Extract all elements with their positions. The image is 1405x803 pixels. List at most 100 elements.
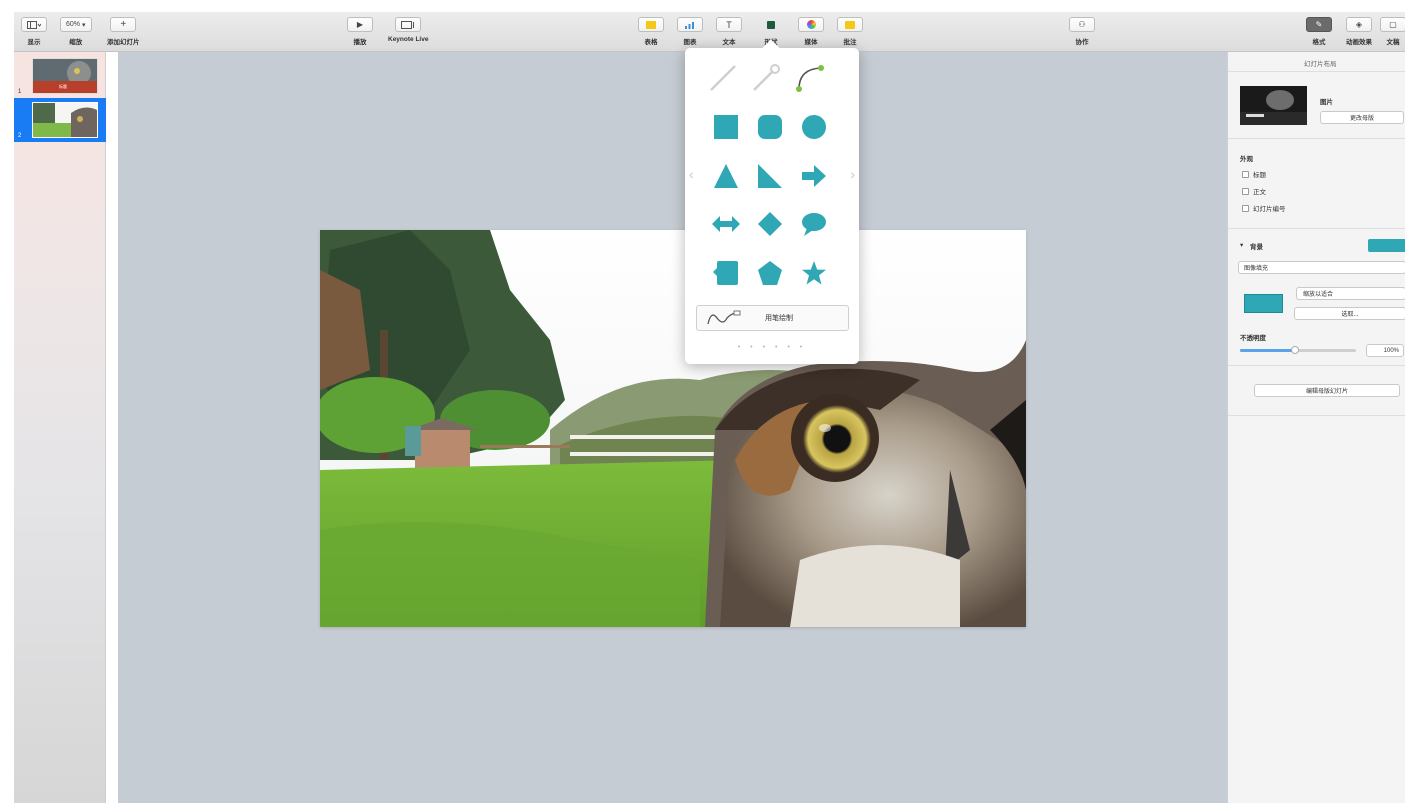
opacity-label: 不透明度: [1240, 335, 1266, 342]
right-triangle-shape[interactable]: [755, 161, 785, 191]
document-button[interactable]: ▢: [1380, 17, 1405, 32]
media-label: 媒体: [804, 39, 818, 46]
draw-with-pen-button[interactable]: 用笔绘制: [696, 305, 849, 331]
comment-icon: [845, 20, 855, 29]
callout-square-shape[interactable]: [711, 258, 741, 288]
circle-shape[interactable]: [799, 112, 829, 142]
disclosure-triangle-icon[interactable]: ▾: [1240, 241, 1243, 249]
animate-control[interactable]: ◈ 动画效果: [1346, 17, 1372, 46]
play-button[interactable]: ▶: [347, 17, 373, 32]
zoom-control[interactable]: 60% ▾ 缩放: [60, 17, 92, 46]
triangle-shape[interactable]: [711, 161, 741, 191]
master-name: 图片: [1320, 99, 1333, 106]
slide-canvas[interactable]: [118, 52, 1227, 803]
page-indicator-dots[interactable]: • • • • • •: [685, 344, 859, 351]
slide-thumbnail-1[interactable]: 1 标题: [14, 54, 106, 98]
fill-type-value: 图像填充: [1244, 266, 1269, 272]
document-control[interactable]: ▢ 文稿: [1380, 17, 1405, 46]
arrow-shape[interactable]: [799, 161, 829, 191]
collaborate-button[interactable]: ⚇: [1069, 17, 1095, 32]
line-arrow-shape[interactable]: [751, 63, 781, 93]
master-section: 图片 更改母版: [1228, 72, 1405, 139]
chart-control[interactable]: 图表: [677, 17, 703, 46]
format-brush-icon: ✎: [1315, 20, 1323, 29]
shape-library-popover: ‹ › 用笔绘制 • • • • • •: [685, 39, 859, 364]
keynote-live-label: Keynote Live: [388, 36, 429, 43]
table-control[interactable]: 表格: [638, 17, 664, 46]
animate-button[interactable]: ◈: [1346, 17, 1372, 32]
checkbox-box[interactable]: [1242, 187, 1249, 195]
comment-control[interactable]: 批注: [837, 17, 863, 46]
sidebar-icon[interactable]: [21, 17, 47, 32]
zoom-dropdown[interactable]: 60% ▾: [60, 17, 92, 32]
opacity-slider[interactable]: [1240, 346, 1356, 354]
chevron-right-icon[interactable]: ›: [850, 166, 855, 182]
comment-label: 批注: [843, 39, 857, 46]
title-checkbox[interactable]: 标题: [1242, 169, 1266, 179]
view-control[interactable]: 显示: [21, 17, 47, 46]
text-button[interactable]: T: [716, 17, 742, 32]
star-shape[interactable]: [799, 258, 829, 288]
slide-number-checkbox-label: 幻灯片编号: [1253, 206, 1286, 213]
rounded-square-shape[interactable]: [755, 112, 785, 142]
add-slide-control[interactable]: + 添加幻灯片: [107, 17, 140, 46]
add-slide-label: 添加幻灯片: [107, 39, 140, 46]
speech-bubble-shape[interactable]: [799, 209, 829, 239]
scale-mode-popup[interactable]: 缩放以适合: [1296, 287, 1405, 300]
opacity-value-field[interactable]: 100%: [1366, 344, 1404, 357]
choose-image-button[interactable]: 选取...: [1294, 307, 1405, 320]
comment-button[interactable]: [837, 17, 863, 32]
title-badge: 标题: [59, 84, 67, 89]
image-fill-preview[interactable]: [1244, 294, 1283, 313]
format-control[interactable]: ✎ 格式: [1306, 17, 1332, 46]
chevron-left-icon[interactable]: ‹: [689, 166, 694, 182]
table-icon: [646, 20, 656, 29]
double-arrow-shape[interactable]: [711, 209, 741, 239]
pentagon-shape[interactable]: [755, 258, 785, 288]
connection-line-shape[interactable]: [795, 63, 825, 93]
owl-photo[interactable]: [320, 230, 1026, 627]
keynote-live-button[interactable]: [395, 17, 422, 32]
background-title: 背景: [1250, 244, 1263, 251]
document-icon: ▢: [1389, 20, 1397, 29]
slide-preview: [32, 102, 98, 138]
media-control[interactable]: 媒体: [798, 17, 824, 46]
diamond-shape[interactable]: [755, 209, 785, 239]
fill-type-popup[interactable]: 图像填充: [1238, 261, 1405, 274]
chevron-down-icon: ▾: [82, 21, 86, 29]
checkbox-box[interactable]: [1242, 170, 1249, 178]
keynote-live-control[interactable]: Keynote Live: [388, 17, 428, 43]
title-checkbox-label: 标题: [1253, 172, 1266, 179]
body-checkbox[interactable]: 正文: [1242, 186, 1266, 196]
shape-button[interactable]: [758, 17, 784, 32]
master-thumbnail[interactable]: [1240, 86, 1307, 125]
background-color-swatch[interactable]: [1368, 239, 1405, 252]
zoom-value: 60%: [66, 21, 81, 28]
slide-thumbnail-2[interactable]: 2: [14, 98, 106, 142]
line-shape[interactable]: [708, 63, 738, 93]
slide-navigator: 1 标题 2: [14, 52, 106, 803]
play-control[interactable]: ▶ 播放: [347, 17, 373, 46]
current-slide[interactable]: [320, 230, 1026, 627]
slide-number: 1: [18, 89, 22, 95]
slide-number-checkbox[interactable]: 幻灯片编号: [1242, 203, 1286, 213]
square-shape[interactable]: [711, 112, 741, 142]
format-button[interactable]: ✎: [1306, 17, 1332, 32]
collaborate-icon: ⚇: [1078, 20, 1086, 29]
chart-button[interactable]: [677, 17, 703, 32]
checkbox-box[interactable]: [1242, 204, 1249, 212]
table-button[interactable]: [638, 17, 664, 32]
collaborate-control[interactable]: ⚇ 协作: [1069, 17, 1095, 46]
format-label: 格式: [1312, 39, 1326, 46]
collaborate-label: 协作: [1075, 39, 1089, 46]
edit-master-slides-button[interactable]: 编辑母版幻灯片: [1254, 384, 1400, 397]
inspector-tab-title: 幻灯片布局: [1304, 61, 1337, 68]
media-button[interactable]: [798, 17, 824, 32]
change-master-button[interactable]: 更改母版: [1320, 111, 1404, 124]
text-control[interactable]: T 文本: [716, 17, 742, 46]
opacity-slider-knob[interactable]: [1291, 346, 1299, 354]
animate-label: 动画效果: [1346, 39, 1372, 46]
text-label: 文本: [722, 39, 736, 46]
text-icon: T: [726, 19, 732, 30]
add-slide-button[interactable]: +: [110, 17, 137, 32]
